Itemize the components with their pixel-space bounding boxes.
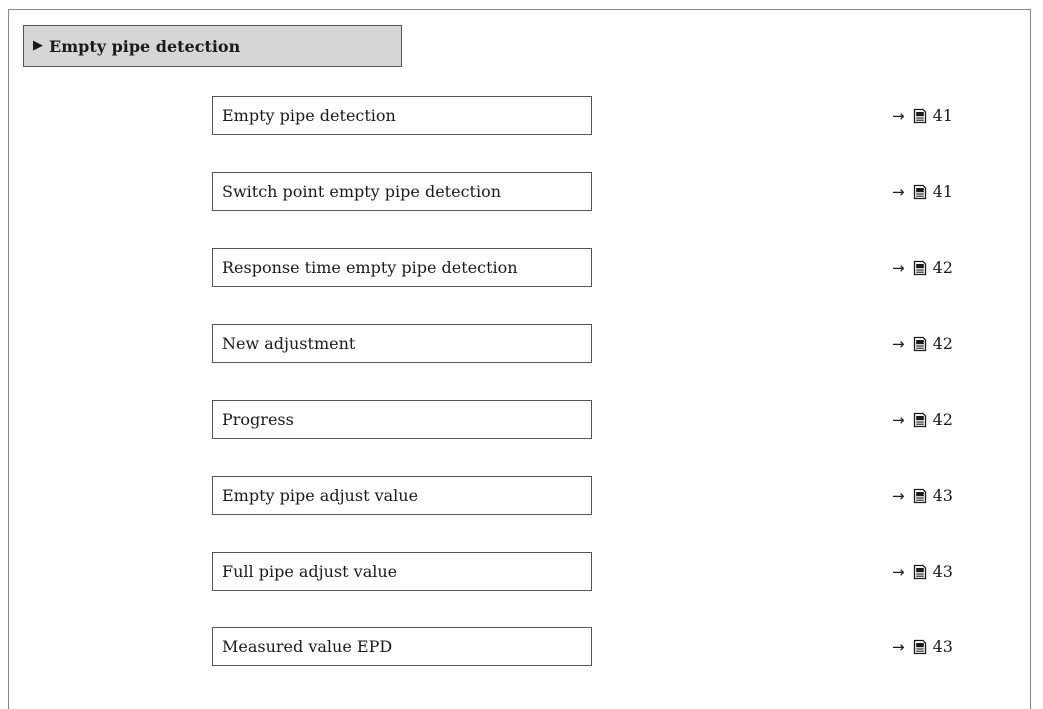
page-reference-link[interactable]: → 41 [892,172,953,211]
parameter-row: Empty pipe adjust value → 43 [0,476,1043,515]
arrow-right-icon: → [892,637,905,656]
parameter-row: Measured value EPD → 43 [0,627,1043,666]
parameter-row: Progress → 42 [0,400,1043,439]
arrow-right-icon: → [892,182,905,201]
page-reference-link[interactable]: → 43 [892,627,953,666]
submenu-title: Empty pipe detection [49,36,241,56]
page-number: 43 [932,486,953,505]
arrow-right-icon: → [892,562,905,581]
page-reference-icon [913,412,927,428]
page-reference-link[interactable]: → 43 [892,552,953,591]
parameter-box[interactable]: Progress [212,400,592,439]
parameter-box[interactable]: Switch point empty pipe detection [212,172,592,211]
page-reference-link[interactable]: → 43 [892,476,953,515]
arrow-right-icon: → [892,486,905,505]
page-reference-icon [913,564,927,580]
page-reference-link[interactable]: → 42 [892,324,953,363]
page-reference-icon [913,184,927,200]
page-number: 41 [932,182,953,201]
parameter-row: Switch point empty pipe detection → 41 [0,172,1043,211]
parameter-box[interactable]: Response time empty pipe detection [212,248,592,287]
parameter-row: New adjustment → 42 [0,324,1043,363]
page-reference-link[interactable]: → 41 [892,96,953,135]
arrow-right-icon: → [892,106,905,125]
parameter-box[interactable]: Empty pipe adjust value [212,476,592,515]
parameter-box[interactable]: Measured value EPD [212,627,592,666]
page-reference-icon [913,488,927,504]
arrow-right-icon: → [892,258,905,277]
page-reference-link[interactable]: → 42 [892,248,953,287]
arrow-right-icon: → [892,410,905,429]
page-number: 42 [932,334,953,353]
parameter-row: Empty pipe detection → 41 [0,96,1043,135]
arrow-right-icon: → [892,334,905,353]
parameter-row: Full pipe adjust value → 43 [0,552,1043,591]
parameter-row: Response time empty pipe detection → 42 [0,248,1043,287]
page-number: 43 [932,637,953,656]
page-reference-icon [913,108,927,124]
parameter-box[interactable]: New adjustment [212,324,592,363]
page-number: 42 [932,410,953,429]
page-reference-icon [913,336,927,352]
submenu-marker-icon: ▶ [33,37,43,53]
page-reference-icon [913,260,927,276]
page-number: 42 [932,258,953,277]
page-number: 43 [932,562,953,581]
page-reference-icon [913,639,927,655]
parameter-box[interactable]: Full pipe adjust value [212,552,592,591]
page-number: 41 [932,106,953,125]
submenu-header[interactable]: ▶ Empty pipe detection [23,25,402,67]
parameter-box[interactable]: Empty pipe detection [212,96,592,135]
page-reference-link[interactable]: → 42 [892,400,953,439]
